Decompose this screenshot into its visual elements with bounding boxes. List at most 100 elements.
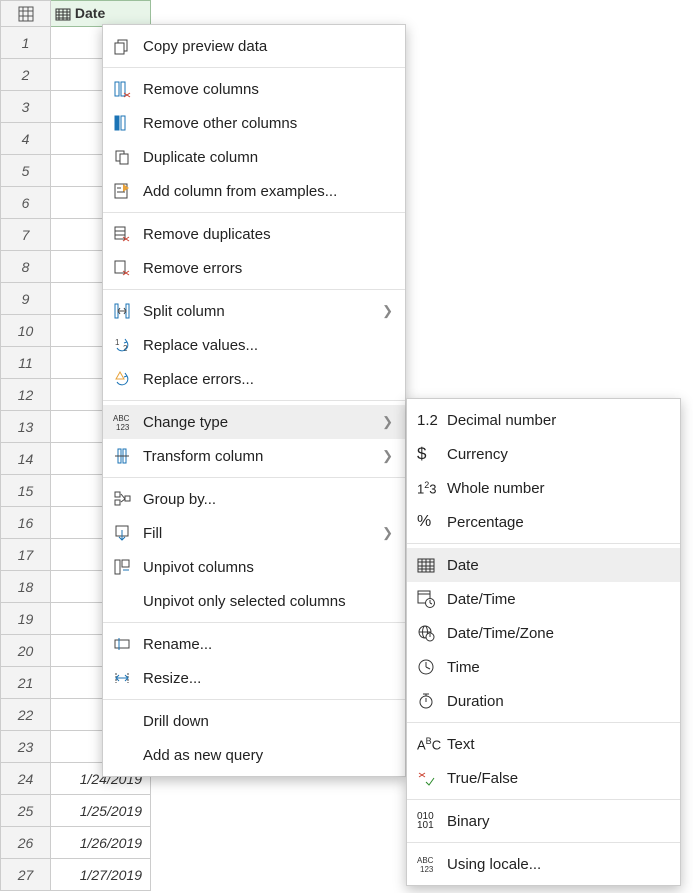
svg-text:ABC: ABC — [113, 414, 130, 423]
row-header[interactable]: 15 — [1, 475, 51, 507]
row-header[interactable]: 1 — [1, 27, 51, 59]
table-row[interactable]: 271/27/2019 — [1, 859, 151, 891]
menu-copy-preview[interactable]: Copy preview data — [103, 29, 405, 63]
datetime-icon — [417, 590, 443, 608]
row-header[interactable]: 19 — [1, 603, 51, 635]
row-header[interactable]: 13 — [1, 411, 51, 443]
row-header[interactable]: 4 — [1, 123, 51, 155]
menu-remove-other-columns[interactable]: Remove other columns — [103, 106, 405, 140]
submenu-currency[interactable]: $ Currency — [407, 437, 680, 471]
menu-add-new-query[interactable]: Add as new query — [103, 738, 405, 772]
row-header[interactable]: 5 — [1, 155, 51, 187]
svg-text:ABC: ABC — [417, 856, 434, 865]
menu-replace-errors[interactable]: Replace errors... — [103, 362, 405, 396]
menu-unpivot[interactable]: Unpivot columns — [103, 550, 405, 584]
submenu-text[interactable]: ABC Text — [407, 727, 680, 761]
submenu-whole[interactable]: 123 Whole number — [407, 471, 680, 505]
menu-resize[interactable]: Resize... — [103, 661, 405, 695]
group-by-icon — [113, 490, 139, 508]
duration-icon — [417, 692, 443, 710]
row-header[interactable]: 8 — [1, 251, 51, 283]
table-row[interactable]: 251/25/2019 — [1, 795, 151, 827]
datetimezone-icon — [417, 624, 443, 642]
row-header[interactable]: 22 — [1, 699, 51, 731]
menu-duplicate-column[interactable]: Duplicate column — [103, 140, 405, 174]
row-header[interactable]: 12 — [1, 379, 51, 411]
row-header[interactable]: 17 — [1, 539, 51, 571]
remove-duplicates-icon — [113, 225, 139, 243]
menu-split-column[interactable]: Split column ❯ — [103, 294, 405, 328]
row-header[interactable]: 25 — [1, 795, 51, 827]
row-header[interactable]: 14 — [1, 443, 51, 475]
calendar-icon — [55, 6, 71, 22]
submenu-locale[interactable]: ABC123 Using locale... — [407, 847, 680, 881]
chevron-right-icon: ❯ — [382, 414, 393, 430]
menu-rename[interactable]: Rename... — [103, 627, 405, 661]
row-header[interactable]: 24 — [1, 763, 51, 795]
row-header[interactable]: 7 — [1, 219, 51, 251]
split-icon — [113, 302, 139, 320]
chevron-right-icon: ❯ — [382, 448, 393, 464]
submenu-truefalse[interactable]: True/False — [407, 761, 680, 795]
grid-corner[interactable] — [1, 1, 51, 27]
menu-fill[interactable]: Fill ❯ — [103, 516, 405, 550]
change-type-icon: ABC123 — [113, 413, 139, 431]
row-header[interactable]: 20 — [1, 635, 51, 667]
menu-transform-column[interactable]: Transform column ❯ — [103, 439, 405, 473]
unpivot-icon — [113, 558, 139, 576]
submenu-duration[interactable]: Duration — [407, 684, 680, 718]
row-header[interactable]: 27 — [1, 859, 51, 891]
remove-columns-icon — [113, 80, 139, 98]
row-header[interactable]: 18 — [1, 571, 51, 603]
submenu-datetimezone[interactable]: Date/Time/Zone — [407, 616, 680, 650]
menu-remove-columns[interactable]: Remove columns — [103, 72, 405, 106]
data-cell[interactable]: 1/27/2019 — [51, 859, 151, 891]
chevron-right-icon: ❯ — [382, 525, 393, 541]
rename-icon — [113, 635, 139, 653]
column-header-date[interactable]: Date — [51, 1, 151, 27]
submenu-date[interactable]: Date — [407, 548, 680, 582]
menu-remove-errors[interactable]: Remove errors — [103, 251, 405, 285]
submenu-time[interactable]: Time — [407, 650, 680, 684]
add-examples-icon — [113, 182, 139, 200]
submenu-binary[interactable]: 010101 Binary — [407, 804, 680, 838]
row-header[interactable]: 3 — [1, 91, 51, 123]
menu-replace-values[interactable]: 12 Replace values... — [103, 328, 405, 362]
menu-change-type[interactable]: ABC123 Change type ❯ — [103, 405, 405, 439]
row-header[interactable]: 21 — [1, 667, 51, 699]
table-row[interactable]: 261/26/2019 — [1, 827, 151, 859]
row-header[interactable]: 6 — [1, 187, 51, 219]
row-header[interactable]: 26 — [1, 827, 51, 859]
submenu-decimal[interactable]: 1.2 Decimal number — [407, 403, 680, 437]
remove-errors-icon — [113, 259, 139, 277]
binary-icon: 010101 — [417, 812, 443, 830]
row-header[interactable]: 11 — [1, 347, 51, 379]
menu-remove-duplicates[interactable]: Remove duplicates — [103, 217, 405, 251]
row-header[interactable]: 10 — [1, 315, 51, 347]
submenu-percentage[interactable]: % Percentage — [407, 505, 680, 539]
row-header[interactable]: 9 — [1, 283, 51, 315]
context-menu: Copy preview data Remove columns Remove … — [102, 24, 406, 777]
resize-icon — [113, 669, 139, 687]
submenu-datetime[interactable]: Date/Time — [407, 582, 680, 616]
row-header[interactable]: 16 — [1, 507, 51, 539]
decimal-icon: 1.2 — [417, 412, 443, 429]
column-header-label: Date — [75, 5, 105, 21]
remove-other-icon — [113, 114, 139, 132]
fill-icon — [113, 524, 139, 542]
menu-add-from-examples[interactable]: Add column from examples... — [103, 174, 405, 208]
data-cell[interactable]: 1/25/2019 — [51, 795, 151, 827]
data-cell[interactable]: 1/26/2019 — [51, 827, 151, 859]
duplicate-icon — [113, 148, 139, 166]
row-header[interactable]: 2 — [1, 59, 51, 91]
menu-unpivot-selected[interactable]: Unpivot only selected columns — [103, 584, 405, 618]
locale-icon: ABC123 — [417, 855, 443, 873]
copy-icon — [113, 37, 139, 55]
currency-icon: $ — [417, 444, 443, 464]
row-header[interactable]: 23 — [1, 731, 51, 763]
percentage-icon: % — [417, 513, 443, 531]
text-icon: ABC — [417, 736, 443, 752]
menu-drill-down[interactable]: Drill down — [103, 704, 405, 738]
menu-group-by[interactable]: Group by... — [103, 482, 405, 516]
svg-text:123: 123 — [116, 423, 130, 431]
